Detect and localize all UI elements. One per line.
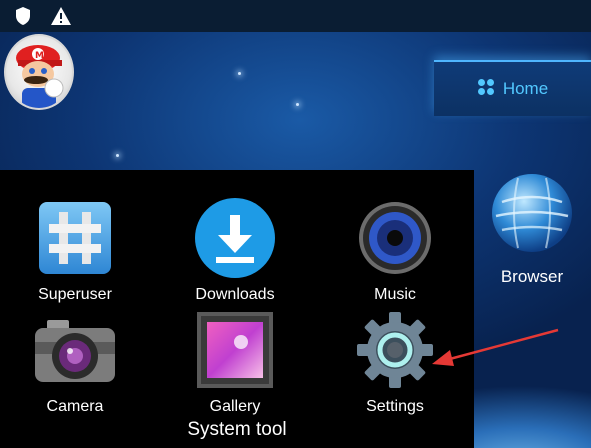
- app-label: Camera: [46, 398, 104, 415]
- folder-panel: Superuser Downloads Music Camera Gallery…: [0, 170, 474, 448]
- app-music[interactable]: Music: [320, 196, 470, 304]
- mario-avatar-icon: M: [16, 45, 64, 108]
- wallpaper-star: [238, 72, 241, 75]
- warning-icon: [50, 5, 72, 27]
- status-bar: [0, 0, 591, 32]
- hash-icon: [33, 196, 117, 280]
- home-label: Home: [502, 79, 549, 98]
- app-gallery[interactable]: Gallery: [160, 308, 310, 416]
- app-superuser[interactable]: Superuser: [0, 196, 150, 304]
- app-camera[interactable]: Camera: [0, 308, 150, 416]
- app-label: Settings: [366, 398, 424, 415]
- grid-icon: [477, 78, 495, 101]
- globe-icon: [488, 172, 576, 259]
- wallpaper-star: [116, 154, 119, 157]
- wallpaper-star: [296, 103, 299, 106]
- shield-icon: [12, 5, 34, 27]
- speaker-icon: [353, 196, 437, 280]
- app-label: Downloads: [195, 286, 275, 303]
- app-label: Music: [374, 286, 416, 303]
- avatar[interactable]: M: [4, 34, 74, 110]
- browser-label: Browser: [500, 267, 564, 286]
- folder-title: System tool: [187, 419, 287, 440]
- home-button[interactable]: Home: [434, 60, 591, 116]
- app-label: Superuser: [38, 286, 112, 303]
- download-icon: [193, 196, 277, 280]
- camera-icon: [33, 308, 117, 392]
- app-downloads[interactable]: Downloads: [160, 196, 310, 304]
- annotation-arrow: [432, 328, 559, 366]
- gallery-icon: [193, 308, 277, 392]
- svg-text:M: M: [35, 51, 44, 61]
- app-label: Gallery: [209, 398, 261, 415]
- browser-shortcut[interactable]: Browser: [484, 172, 580, 286]
